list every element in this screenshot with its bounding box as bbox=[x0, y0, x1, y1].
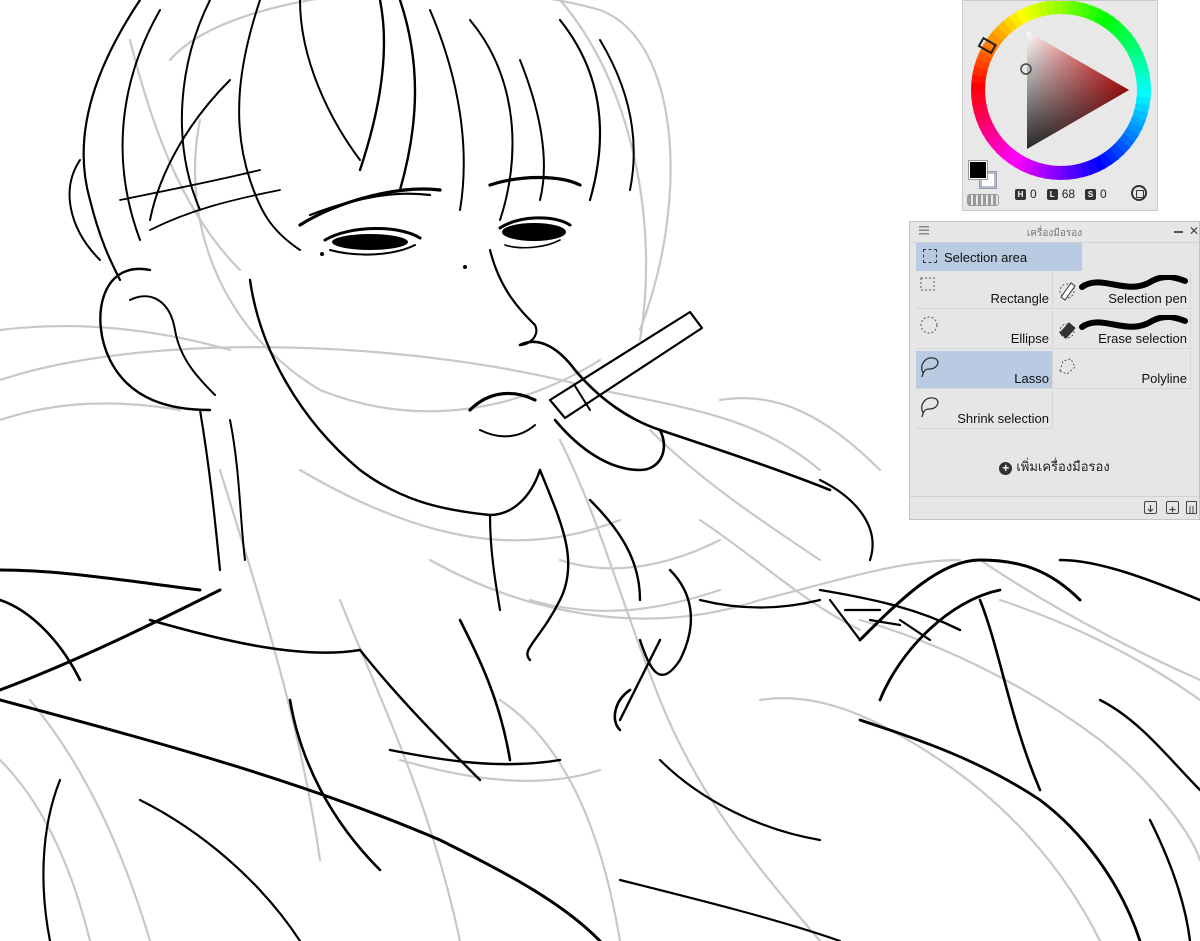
saturation-value: 0 bbox=[1100, 187, 1107, 201]
lightness-value: 68 bbox=[1061, 187, 1076, 201]
selection-area-icon bbox=[923, 249, 937, 263]
shrink-selection-icon bbox=[921, 397, 939, 418]
subtool-lasso[interactable]: Lasso bbox=[916, 351, 1053, 389]
panel-title: เครื่องมือรอง bbox=[1026, 228, 1083, 239]
lightness-key: L bbox=[1046, 188, 1058, 200]
lasso-icon bbox=[921, 357, 939, 378]
panel-footer bbox=[910, 496, 1199, 519]
subtool-panel: เครื่องมือรอง ✕ Selection area Rectangle… bbox=[909, 221, 1200, 520]
tool-group-label: Selection area bbox=[944, 250, 1028, 265]
trash-icon[interactable] bbox=[1186, 501, 1197, 514]
add-subtool-label: เพิ่มเครื่องมือรอง bbox=[1016, 459, 1110, 474]
hue-key: H bbox=[1015, 188, 1026, 200]
color-triangle-icon[interactable] bbox=[1027, 31, 1129, 149]
color-wheel-icon[interactable] bbox=[963, 1, 1159, 187]
main-color-swatch[interactable] bbox=[969, 161, 987, 179]
polyline-icon bbox=[1059, 358, 1076, 375]
add-subtool-button[interactable]: + เพิ่มเครื่องมือรอง bbox=[910, 456, 1199, 477]
close-icon[interactable]: ✕ bbox=[1189, 224, 1199, 238]
tool-group-selection-area[interactable]: Selection area bbox=[916, 243, 1082, 271]
subtool-label: Selection pen bbox=[1108, 291, 1187, 306]
subtool-selection-pen[interactable]: Selection pen bbox=[1054, 271, 1191, 309]
hue-segment bbox=[1053, 1, 1063, 15]
subtool-shrink-selection[interactable]: Shrink selection bbox=[916, 391, 1053, 429]
panel-header[interactable]: เครื่องมือรอง ✕ bbox=[910, 222, 1199, 243]
hue-value: 0 bbox=[1030, 187, 1037, 201]
duplicate-icon[interactable] bbox=[1166, 501, 1179, 514]
swap-colors-icon[interactable] bbox=[967, 194, 999, 206]
add-icon: + bbox=[999, 462, 1013, 475]
color-swatches[interactable] bbox=[969, 161, 1001, 191]
subtool-label: Erase selection bbox=[1098, 331, 1187, 346]
subtool-erase-selection[interactable]: Erase selection bbox=[1054, 311, 1191, 349]
minimize-icon[interactable] bbox=[1174, 231, 1183, 233]
subtool-label: Polyline bbox=[1141, 371, 1187, 386]
subtool-rectangle[interactable]: Rectangle bbox=[916, 271, 1053, 309]
subtool-label: Ellipse bbox=[1010, 331, 1049, 346]
rectangle-select-icon bbox=[920, 277, 935, 291]
hsv-readout: H 0 L 68 S 0 bbox=[1015, 187, 1113, 201]
saturation-key: S bbox=[1085, 188, 1097, 200]
download-icon[interactable] bbox=[1144, 501, 1157, 514]
color-panel: H 0 L 68 S 0 bbox=[962, 0, 1158, 211]
subtool-polyline[interactable]: Polyline bbox=[1054, 351, 1191, 389]
subtool-ellipse[interactable]: Ellipse bbox=[916, 311, 1053, 349]
subtool-label: Lasso bbox=[1014, 371, 1049, 386]
ellipse-select-icon bbox=[920, 316, 938, 334]
wheel-mode-icon[interactable] bbox=[1131, 185, 1147, 201]
subtool-label: Rectangle bbox=[990, 291, 1049, 306]
subtool-label: Shrink selection bbox=[957, 411, 1049, 426]
